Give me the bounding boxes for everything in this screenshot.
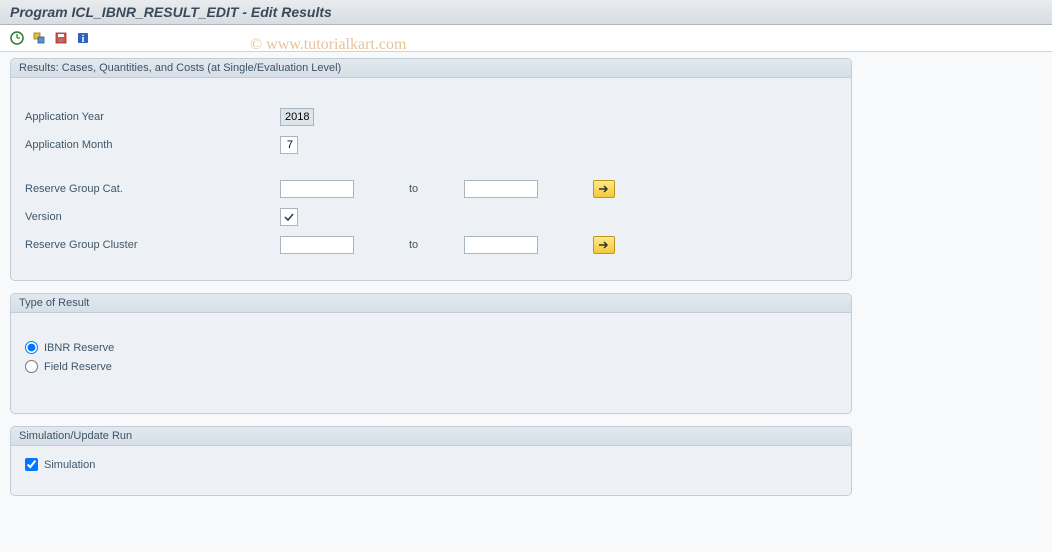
page-title: Program ICL_IBNR_RESULT_EDIT - Edit Resu…: [10, 4, 332, 20]
group-sim-header: Simulation/Update Run: [11, 427, 851, 446]
content-area: Results: Cases, Quantities, and Costs (a…: [0, 52, 1052, 552]
radio-ibnr-label: IBNR Reserve: [44, 342, 114, 354]
reserve-cat-from[interactable]: [280, 180, 354, 198]
toolbar: i: [0, 25, 1052, 52]
execute-icon: [10, 31, 24, 45]
app-year-label: Application Year: [25, 111, 280, 123]
cluster-multi-select[interactable]: [593, 236, 615, 254]
info-icon: i: [76, 31, 90, 45]
version-checkbox-cell[interactable]: [280, 208, 298, 226]
check-icon: [283, 211, 295, 223]
radio-ibnr[interactable]: [25, 341, 38, 354]
version-label: Version: [25, 211, 280, 223]
checkbox-simulation-label: Simulation: [44, 459, 95, 471]
radio-field-label: Field Reserve: [44, 361, 112, 373]
variants-icon: [32, 31, 46, 45]
radio-field[interactable]: [25, 360, 38, 373]
to-label-2: to: [354, 239, 464, 251]
app-year-field[interactable]: [280, 108, 314, 126]
group-simulation: Simulation/Update Run Simulation: [10, 426, 852, 496]
arrow-right-icon: [598, 240, 610, 250]
info-button[interactable]: i: [74, 29, 92, 47]
arrow-right-icon: [598, 184, 610, 194]
svg-text:i: i: [82, 34, 85, 45]
group-results: Results: Cases, Quantities, and Costs (a…: [10, 58, 852, 281]
cluster-label: Reserve Group Cluster: [25, 239, 280, 251]
app-month-label: Application Month: [25, 139, 280, 151]
save-icon: [54, 31, 68, 45]
to-label-1: to: [354, 183, 464, 195]
checkbox-simulation[interactable]: [25, 458, 38, 471]
group-type-result: Type of Result IBNR Reserve Field Reserv…: [10, 293, 852, 414]
app-month-field[interactable]: [280, 136, 298, 154]
save-button[interactable]: [52, 29, 70, 47]
reserve-cat-to[interactable]: [464, 180, 538, 198]
cluster-to[interactable]: [464, 236, 538, 254]
group-results-header: Results: Cases, Quantities, and Costs (a…: [11, 59, 851, 78]
group-type-header: Type of Result: [11, 294, 851, 313]
variants-button[interactable]: [30, 29, 48, 47]
reserve-cat-multi-select[interactable]: [593, 180, 615, 198]
cluster-from[interactable]: [280, 236, 354, 254]
execute-button[interactable]: [8, 29, 26, 47]
title-bar: Program ICL_IBNR_RESULT_EDIT - Edit Resu…: [0, 0, 1052, 25]
reserve-cat-label: Reserve Group Cat.: [25, 183, 280, 195]
